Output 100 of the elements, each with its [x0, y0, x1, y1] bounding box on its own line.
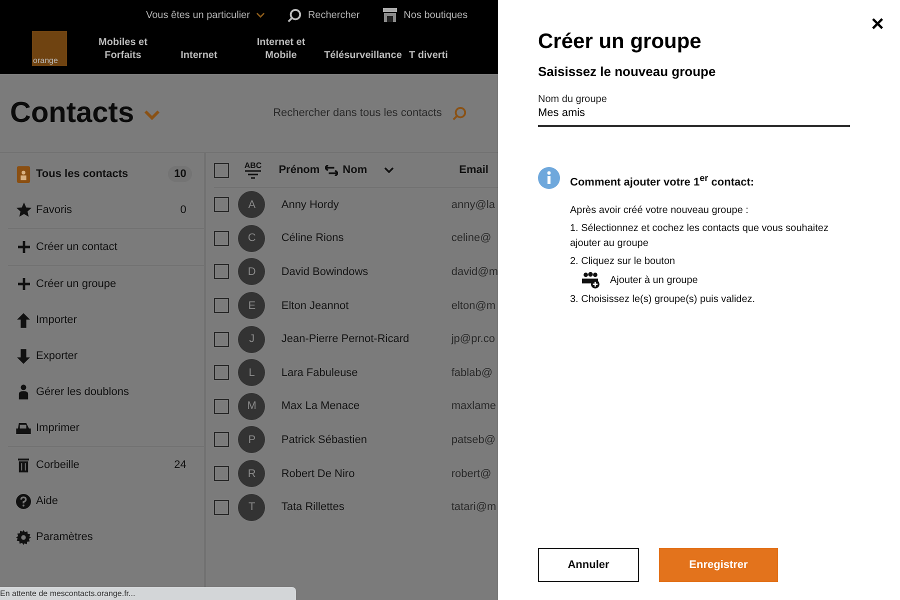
sidebar-item[interactable]: Corbeille 24 — [8, 446, 204, 483]
select-all-checkbox[interactable] — [214, 162, 230, 178]
avatar: A — [238, 191, 266, 218]
panel-title: Créer un groupe — [538, 30, 702, 54]
row-checkbox[interactable] — [214, 432, 230, 448]
count-label: 10 — [168, 166, 192, 182]
chevron-down-icon — [256, 12, 265, 18]
contact-name[interactable]: David Bowindows — [281, 266, 452, 278]
sidebar-item[interactable]: Imprimer — [0, 410, 204, 446]
row-checkbox[interactable] — [214, 365, 230, 380]
row-checkbox[interactable] — [214, 264, 230, 280]
field-label: Nom du groupe — [538, 94, 608, 105]
segment-menu[interactable]: Vous êtes un particulier — [146, 7, 265, 23]
arrow-down-icon — [17, 348, 30, 364]
row-checkbox[interactable] — [214, 230, 230, 246]
contact-email: robert@ — [451, 468, 492, 480]
contact-name[interactable]: Robert De Niro — [281, 468, 452, 480]
swap-icon[interactable] — [324, 164, 338, 176]
contact-email: tatari@m — [451, 501, 496, 514]
contact-email: anny@la — [451, 198, 495, 211]
contact-name[interactable]: Patrick Sébastien — [281, 434, 452, 446]
contact-email: maxlame — [451, 400, 496, 412]
info-text: Après avoir créé votre nouveau groupe : — [570, 204, 750, 218]
sidebar-item[interactable]: Aide — [0, 483, 204, 519]
avatar: L — [238, 359, 266, 386]
trash-icon — [18, 457, 29, 473]
sidebar-item[interactable]: Créer un groupe — [8, 265, 204, 302]
contact-email: patseb@ — [451, 434, 496, 446]
close-button[interactable]: × — [871, 12, 884, 36]
star-icon — [16, 202, 32, 218]
panel-subtitle: Saisissez le nouveau groupe — [538, 64, 717, 79]
nav-item[interactable]: Internet et Mobile — [251, 36, 311, 66]
row-checkbox[interactable] — [214, 466, 230, 482]
row-checkbox[interactable] — [214, 197, 230, 212]
printer-icon — [16, 422, 31, 434]
row-checkbox[interactable] — [214, 298, 230, 314]
nav-item[interactable]: Mobiles et Forfaits — [85, 36, 161, 66]
contact-name[interactable]: Jean-Pierre Pernot-Ricard — [281, 333, 452, 346]
avatar: D — [238, 258, 266, 286]
contact-email: david@m — [451, 266, 498, 278]
chevron-down-icon[interactable] — [384, 167, 394, 173]
logo[interactable]: orange — [32, 31, 67, 66]
column-header[interactable]: Prénom — [278, 164, 320, 176]
row-checkbox[interactable] — [214, 500, 230, 515]
plus-icon — [18, 278, 30, 290]
search-icon — [286, 8, 302, 22]
nav-item[interactable]: Télésurveillance — [321, 49, 405, 66]
contact-name[interactable]: Tata Rillettes — [281, 501, 452, 514]
contact-search-field[interactable]: Rechercher dans tous les contacts — [273, 107, 442, 119]
info-heading: Comment ajouter votre 1$^{er}$ contact: — [570, 172, 756, 191]
sidebar-item[interactable]: Exporter — [0, 338, 204, 374]
column-header[interactable]: Email — [459, 164, 488, 176]
sidebar-item[interactable]: Gérer les doublons — [0, 374, 204, 410]
help-icon — [16, 494, 31, 508]
sidebar-item[interactable]: Créer un contact — [8, 228, 204, 265]
avatar: C — [238, 224, 266, 252]
row-checkbox[interactable] — [214, 398, 230, 414]
settings-icon — [16, 530, 31, 544]
column-header[interactable]: Nom — [342, 164, 368, 176]
contact-name[interactable]: Céline Rions — [281, 232, 452, 244]
nav-item[interactable]: Internet — [169, 49, 229, 66]
avatar: M — [238, 392, 266, 420]
contact-name[interactable]: Elton Jeannot — [281, 300, 452, 312]
row-checkbox[interactable] — [214, 332, 230, 347]
person-icon — [18, 384, 29, 400]
avatar: J — [238, 326, 266, 353]
contact-email: celine@ — [451, 232, 492, 244]
page-title: Contacts — [10, 96, 134, 130]
count-label: 24 — [173, 458, 188, 473]
info-text: 3. Choisissez le(s) groupe(s) puis validez. — [570, 292, 756, 307]
status-bar: En attente de mescontacts.orange.fr... — [0, 587, 296, 600]
count-label: 0 — [179, 203, 188, 218]
info-text: 1. Sélectionnez et cochez les contacts que vous souhaitez ajouter au groupe — [570, 222, 830, 251]
avatar: R — [238, 460, 266, 488]
save-button[interactable]: Enregistrer — [659, 548, 778, 582]
contact-email: jp@pr.co — [451, 333, 495, 346]
shop-icon — [382, 7, 398, 23]
plus-icon — [18, 241, 30, 253]
sort-button[interactable]: ABC — [244, 161, 262, 179]
address-book-icon — [16, 166, 31, 182]
avatar: T — [238, 494, 266, 521]
contact-name[interactable]: Lara Fabuleuse — [281, 366, 452, 379]
cancel-button[interactable]: Annuler — [538, 548, 639, 582]
nav-item[interactable]: T diverti — [409, 49, 448, 66]
sidebar-item[interactable]: Paramètres — [0, 519, 204, 555]
sidebar-item[interactable]: Tous les contacts 10 — [0, 156, 204, 192]
info-text: 2. Cliquez sur le bouton — [570, 254, 676, 269]
arrow-up-icon — [17, 312, 30, 328]
sidebar-item[interactable]: Importer — [0, 302, 204, 338]
add-group-icon — [581, 272, 600, 289]
avatar: E — [238, 292, 266, 320]
contact-email: fablab@ — [451, 366, 492, 379]
contact-name[interactable]: Anny Hordy — [281, 198, 452, 211]
search-link[interactable]: Rechercher — [286, 7, 360, 23]
sidebar-item[interactable]: Favoris 0 — [0, 192, 204, 228]
sort-lines-icon — [245, 170, 262, 179]
avatar: P — [238, 426, 266, 454]
shops-link[interactable]: Nos boutiques — [382, 7, 468, 23]
contact-name[interactable]: Max La Menace — [281, 400, 452, 412]
info-icon — [538, 167, 560, 189]
